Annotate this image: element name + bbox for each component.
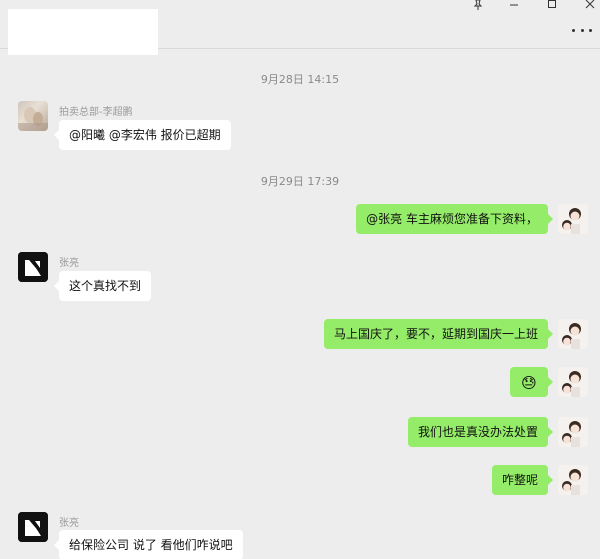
sweat-emoji-icon: 😓 — [521, 373, 537, 392]
pin-icon[interactable] — [466, 0, 490, 10]
message-bubble[interactable]: 马上国庆了，要不，延期到国庆一上班 — [323, 319, 554, 349]
sender-name: 拍卖总部-李超鹏 — [59, 107, 133, 118]
sender-avatar[interactable] — [18, 512, 48, 542]
my-avatar[interactable] — [558, 367, 588, 397]
my-avatar[interactable] — [558, 465, 588, 495]
chat-header — [0, 0, 600, 55]
chat-window: 9月28日 14:15 拍卖总部-李超鹏 @阳曦 @李宏伟 报价已超期 9月29… — [0, 0, 600, 559]
timestamp: 9月28日 14:15 — [260, 73, 340, 86]
my-avatar[interactable] — [558, 417, 588, 447]
sender-avatar[interactable] — [18, 252, 48, 282]
message-bubble[interactable]: 这个真找不到 — [53, 271, 152, 301]
timestamp: 9月29日 17:39 — [260, 175, 340, 188]
minimize-icon[interactable] — [502, 0, 526, 10]
message-bubble[interactable]: 给保险公司 说了 看他们咋说吧 — [54, 530, 243, 559]
chat-title-area — [8, 9, 158, 55]
message-bubble[interactable]: @阳曦 @李宏伟 报价已超期 — [54, 120, 231, 150]
close-icon[interactable] — [578, 0, 600, 10]
sender-avatar[interactable] — [18, 101, 48, 131]
maximize-icon[interactable] — [540, 0, 564, 10]
my-avatar[interactable] — [558, 204, 588, 234]
message-bubble[interactable]: 😓 — [510, 367, 553, 397]
sender-name: 张亮 — [59, 518, 79, 529]
message-bubble[interactable]: @张亮 车主麻烦您准备下资料， — [356, 204, 553, 234]
more-icon[interactable] — [572, 24, 592, 36]
message-bubble[interactable]: 咋整呢 — [491, 465, 554, 495]
sender-name: 张亮 — [59, 258, 79, 269]
my-avatar[interactable] — [558, 319, 588, 349]
message-bubble[interactable]: 我们也是真没办法处置 — [407, 417, 554, 447]
